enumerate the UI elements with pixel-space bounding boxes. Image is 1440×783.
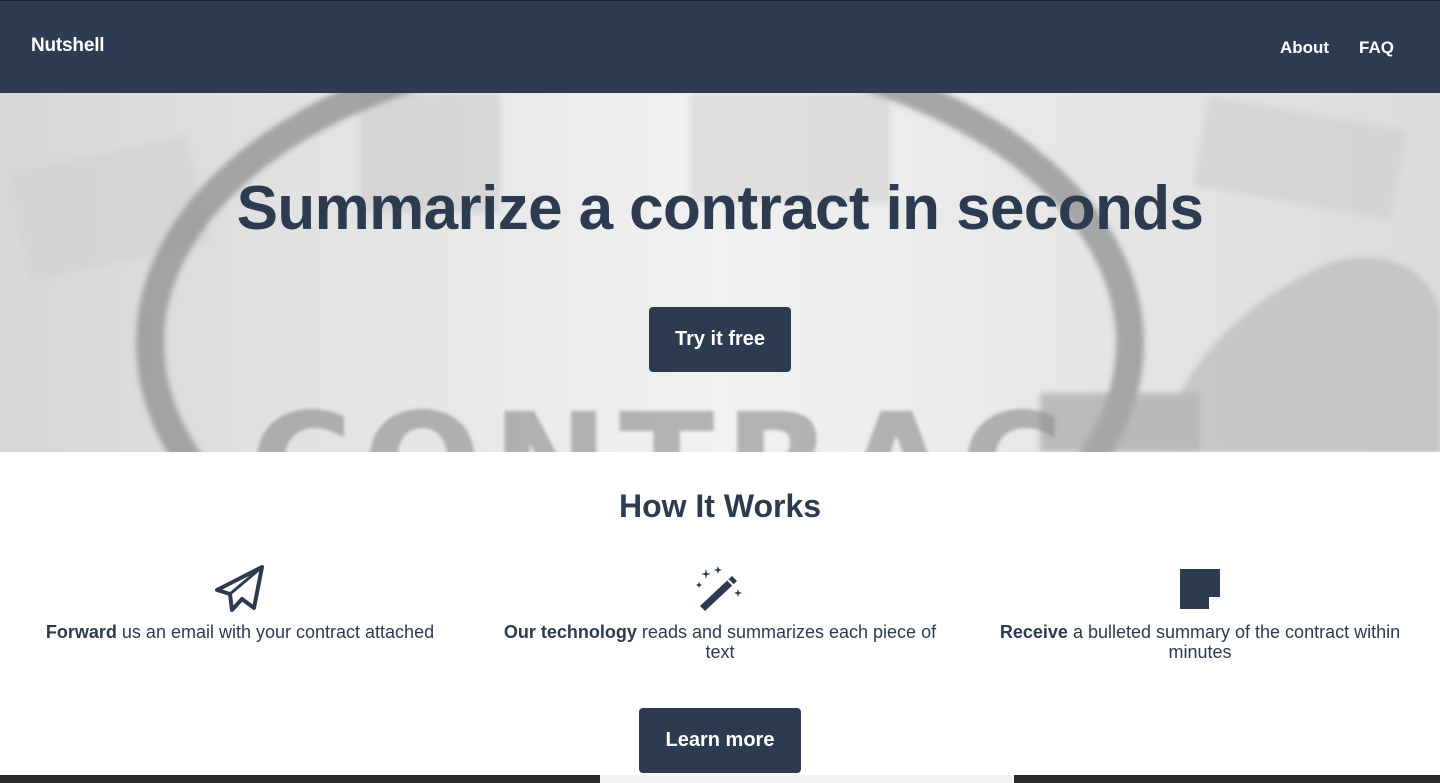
magic-wand-icon <box>696 566 742 611</box>
section-title: How It Works <box>618 488 822 524</box>
top-navbar: Nutshell About FAQ <box>0 0 1440 93</box>
svg-text:CONTRAC: CONTRAC <box>250 384 1073 452</box>
brand-logo[interactable]: Nutshell <box>31 35 105 57</box>
sticky-note-icon <box>1180 569 1220 609</box>
step-receive: Receive a bulleted summary of the contra… <box>985 564 1415 662</box>
bottom-panel <box>600 775 1014 783</box>
nav-link-faq[interactable]: FAQ <box>1359 38 1394 58</box>
nav-links: About FAQ <box>1280 38 1394 58</box>
hero-section: CONTRAC Summarize a contract in seconds … <box>0 93 1440 452</box>
learn-more-button[interactable]: Learn more <box>639 708 801 773</box>
nav-link-about[interactable]: About <box>1280 38 1329 58</box>
step-technology: Our technology reads and summarizes each… <box>500 564 940 662</box>
step-receive-text: Receive a bulleted summary of the contra… <box>999 622 1401 662</box>
try-it-free-button[interactable]: Try it free <box>649 307 791 372</box>
hero-background-image: CONTRAC <box>0 93 1440 452</box>
hero-title: Summarize a contract in seconds <box>236 174 1204 243</box>
step-forward: Forward us an email with your contract a… <box>30 564 450 642</box>
step-technology-text: Our technology reads and summarizes each… <box>503 622 937 662</box>
paper-plane-icon <box>215 565 264 612</box>
step-forward-text: Forward us an email with your contract a… <box>45 622 435 642</box>
how-it-works-section: How It Works Forward us an email with yo… <box>0 452 1440 780</box>
